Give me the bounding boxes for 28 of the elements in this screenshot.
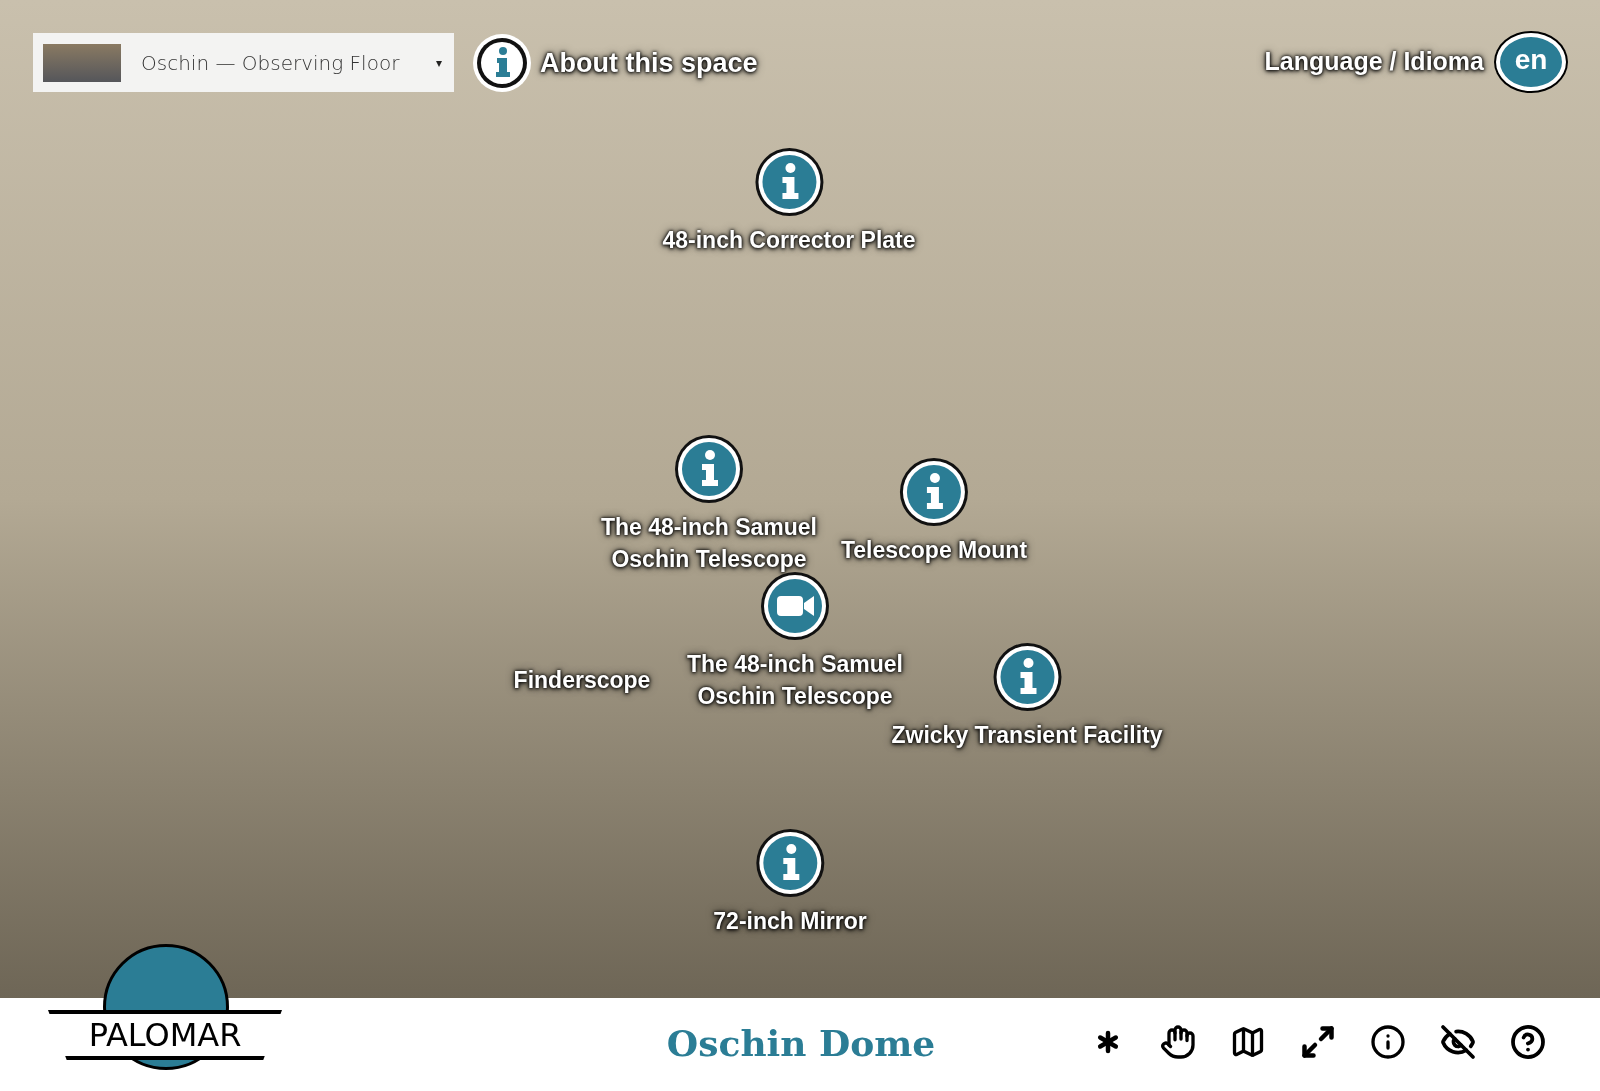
language-bubble[interactable]: en [1496,33,1566,91]
about-link[interactable]: About this space [540,42,758,84]
hotspot-label[interactable]: Zwicky Transient Facility [891,719,1163,751]
expand-icon[interactable] [1300,1024,1336,1060]
eye-off-icon[interactable] [1440,1024,1476,1060]
info-icon[interactable] [472,33,532,93]
hotspot-label[interactable]: Telescope Mount [840,534,1028,566]
caret-icon: ▾ [436,53,442,72]
scene-selector[interactable]: Oschin — Observing Floor ▾ [33,33,454,92]
hotspot-label[interactable]: The 48-inch Samuel Oschin Telescope [687,648,903,712]
hotspot-label[interactable]: 72-inch Mirror [713,905,867,937]
hotspot-label[interactable]: 48-inch Corrector Plate [662,224,916,256]
info-icon[interactable] [991,641,1063,713]
info-icon[interactable] [898,456,970,528]
info-icon[interactable] [673,433,745,505]
hotspot-label[interactable]: The 48-inch Samuel Oschin Telescope [601,511,817,575]
info-icon[interactable] [754,827,826,899]
language-link[interactable]: Language / Idioma [1264,43,1484,81]
info-icon[interactable] [1370,1024,1406,1060]
panorama-photo[interactable] [0,0,1600,998]
scene-name: Oschin — Observing Floor [141,49,401,77]
footer-title: Oschin Dome [666,1021,936,1066]
hotspot-label[interactable]: Finderscope [513,664,651,696]
hand-icon[interactable] [1160,1024,1196,1060]
video-camera-icon[interactable] [759,570,831,642]
info-icon[interactable] [753,146,825,218]
help-icon[interactable] [1510,1024,1546,1060]
map-icon[interactable] [1230,1024,1266,1060]
